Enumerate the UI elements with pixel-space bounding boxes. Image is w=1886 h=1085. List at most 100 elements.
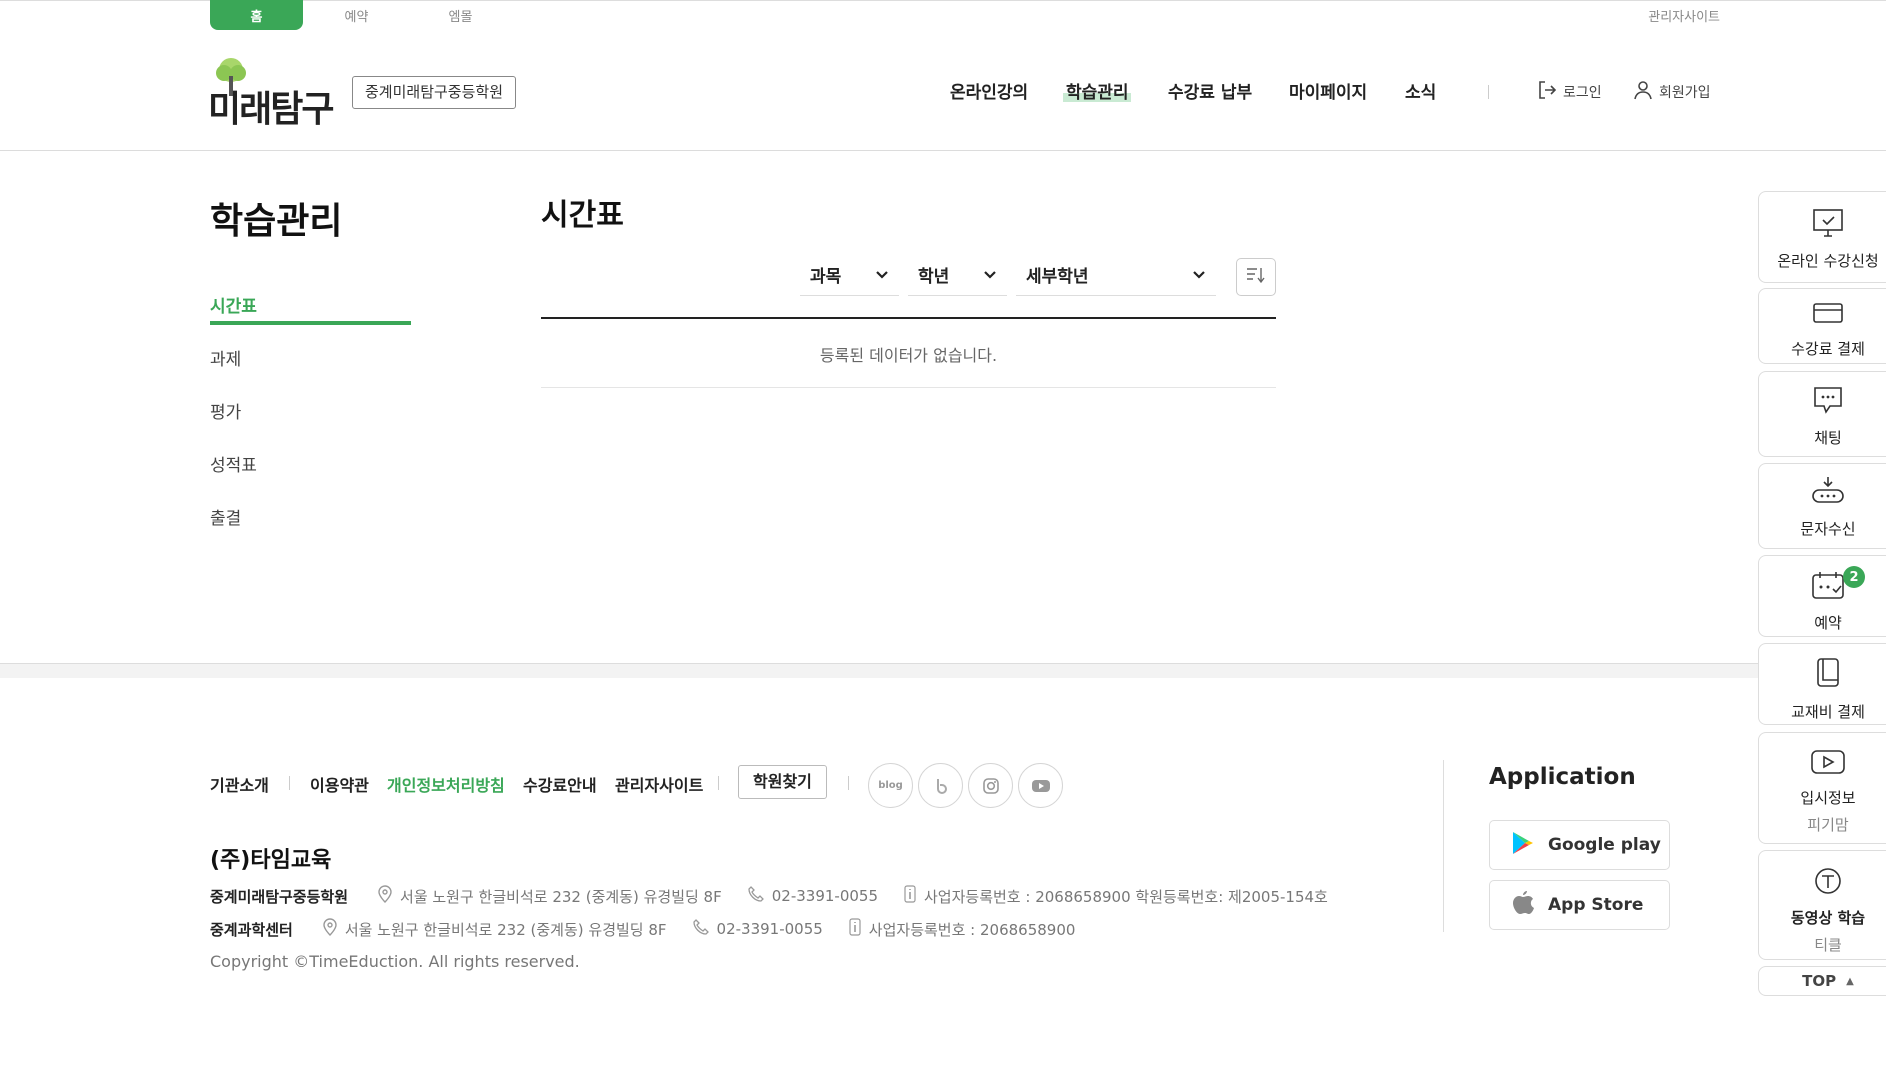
footer-divider-1	[289, 776, 290, 790]
quick-book-payment[interactable]: 교재비 결제	[1758, 643, 1886, 725]
app-section-title: Application	[1489, 764, 1636, 790]
location-pin-icon	[378, 885, 392, 907]
copyright: Copyright ©TimeEduction. All rights rese…	[210, 952, 580, 971]
info-icon	[904, 885, 916, 907]
sidebar-item-timetable[interactable]: 시간표	[210, 292, 257, 317]
footer-divider-2	[718, 776, 719, 790]
card-icon	[1812, 302, 1844, 328]
quick-video-learning[interactable]: 동영상 학습 티클	[1758, 850, 1886, 960]
youtube-icon[interactable]	[1018, 763, 1063, 808]
quick-label: 교재비 결제	[1791, 703, 1865, 721]
branch-info: 사업자등록번호 : 2068658900 학원등록번호: 제2005-154호	[924, 887, 1328, 906]
apple-icon	[1512, 890, 1534, 921]
signup-label: 회원가입	[1659, 85, 1711, 101]
footer-link-admin[interactable]: 관리자사이트	[615, 772, 703, 796]
phone-icon	[748, 886, 764, 906]
footer-link-terms[interactable]: 이용약관	[310, 772, 369, 796]
app-store-button[interactable]: App Store	[1489, 880, 1670, 930]
filter-grade-label: 학년	[918, 267, 950, 287]
sort-button[interactable]	[1236, 258, 1276, 296]
util-tab-home[interactable]: 홈	[210, 0, 303, 30]
login-link[interactable]: 로그인	[1537, 80, 1602, 104]
util-tab-mall[interactable]: 엠몰	[414, 0, 507, 30]
table-bottom-border	[541, 387, 1276, 388]
branch-address: 서울 노원구 한글비석로 232 (중계동) 유경빌딩 8F	[400, 887, 722, 906]
footer-link-privacy[interactable]: 개인정보처리방침	[387, 772, 505, 796]
branch-address: 서울 노원구 한글비석로 232 (중계동) 유경빌딩 8F	[344, 920, 667, 939]
quick-label: 채팅	[1814, 429, 1842, 447]
quick-label: 입시정보	[1800, 789, 1856, 807]
branch-row-2: 중계과학센터 서울 노원구 한글비석로 232 (중계동) 유경빌딩 8F 02…	[210, 918, 1075, 940]
filter-subject-label: 과목	[810, 267, 842, 287]
branch-name: 중계미래탐구중등학원	[210, 887, 349, 906]
quick-label: 동영상 학습	[1790, 909, 1866, 927]
info-icon	[849, 918, 861, 940]
branch-phone: 02-3391-0055	[771, 887, 878, 905]
footer-link-tuition[interactable]: 수강료안내	[523, 772, 597, 796]
filter-subgrade-select[interactable]: 세부학년	[1016, 254, 1216, 296]
academy-name-badge[interactable]: 중계미래탐구중등학원	[352, 76, 517, 109]
footer-divider-3	[848, 776, 849, 790]
util-tab-reservation[interactable]: 예약	[310, 0, 403, 30]
sidebar-active-bar	[210, 321, 411, 325]
footer-band	[0, 664, 1760, 678]
branch-name: 중계과학센터	[210, 920, 293, 939]
nav-divider	[1488, 85, 1489, 99]
company-name: (주)타임교육	[210, 848, 332, 873]
nav-tuition-payment[interactable]: 수강료 납부	[1168, 78, 1252, 103]
sidebar-item-report-card[interactable]: 성적표	[210, 451, 257, 476]
quick-label: 예약	[1814, 614, 1842, 632]
quick-label: 문자수신	[1800, 520, 1856, 538]
chevron-down-icon	[875, 265, 889, 285]
book-icon	[1815, 657, 1841, 693]
branch-phone: 02-3391-0055	[716, 920, 823, 938]
top-button[interactable]: TOP ▲	[1758, 966, 1886, 996]
sidebar-item-evaluation[interactable]: 평가	[210, 398, 241, 423]
logo-text[interactable]: 미래탐구	[208, 80, 334, 132]
chevron-down-icon	[983, 265, 997, 285]
app-divider	[1443, 760, 1444, 932]
quick-tuition-payment[interactable]: 수강료 결제	[1758, 288, 1886, 364]
nav-online-lecture[interactable]: 온라인강의	[950, 78, 1028, 103]
branch-info: 사업자등록번호 : 2068658900	[868, 920, 1076, 939]
band-icon[interactable]	[918, 763, 963, 808]
quick-reservation[interactable]: 2 예약	[1758, 555, 1886, 637]
google-play-icon	[1512, 831, 1534, 860]
nav-news[interactable]: 소식	[1405, 78, 1436, 103]
google-play-button[interactable]: Google play	[1489, 820, 1670, 870]
calendar-icon	[1811, 570, 1845, 604]
nav-learning-management[interactable]: 학습관리	[1066, 78, 1129, 103]
quick-online-enroll[interactable]: 온라인 수강신청	[1758, 191, 1886, 283]
quick-sublabel: 피기맘	[1807, 816, 1849, 834]
message-download-icon	[1810, 476, 1846, 512]
user-icon	[1633, 80, 1653, 104]
top-label: TOP	[1802, 972, 1837, 990]
table-top-border	[541, 317, 1276, 319]
blog-icon[interactable]: blog	[868, 763, 913, 808]
phone-icon	[692, 919, 709, 939]
instagram-icon[interactable]	[968, 763, 1013, 808]
google-play-label: Google play	[1548, 835, 1661, 855]
find-academy-button[interactable]: 학원찾기	[738, 765, 827, 799]
empty-message: 등록된 데이터가 없습니다.	[819, 346, 998, 365]
quick-sms-receive[interactable]: 문자수신	[1758, 463, 1886, 549]
quick-sublabel: 티클	[1814, 936, 1842, 954]
signup-link[interactable]: 회원가입	[1633, 80, 1711, 104]
reservation-count-badge: 2	[1843, 566, 1865, 588]
sidebar-item-attendance[interactable]: 출결	[210, 504, 241, 529]
sidebar-item-assignment[interactable]: 과제	[210, 345, 241, 370]
footer-link-about[interactable]: 기관소개	[210, 772, 269, 796]
quick-admission-info[interactable]: 입시정보 피기맘	[1758, 732, 1886, 844]
quick-chat[interactable]: 채팅	[1758, 371, 1886, 457]
filter-grade-select[interactable]: 학년	[908, 254, 1007, 296]
monitor-check-icon	[1812, 208, 1844, 242]
page-title: 시간표	[541, 198, 624, 233]
branch-row-1: 중계미래탐구중등학원 서울 노원구 한글비석로 232 (중계동) 유경빌딩 8…	[210, 885, 1328, 907]
chat-bubble-icon	[1812, 385, 1844, 419]
nav-mypage[interactable]: 마이페이지	[1289, 78, 1367, 103]
filter-subject-select[interactable]: 과목	[800, 254, 899, 296]
chevron-down-icon	[1192, 265, 1206, 285]
quick-label: 온라인 수강신청	[1777, 252, 1879, 270]
admin-site-link[interactable]: 관리자사이트	[1620, 0, 1720, 30]
sort-icon	[1246, 266, 1266, 288]
